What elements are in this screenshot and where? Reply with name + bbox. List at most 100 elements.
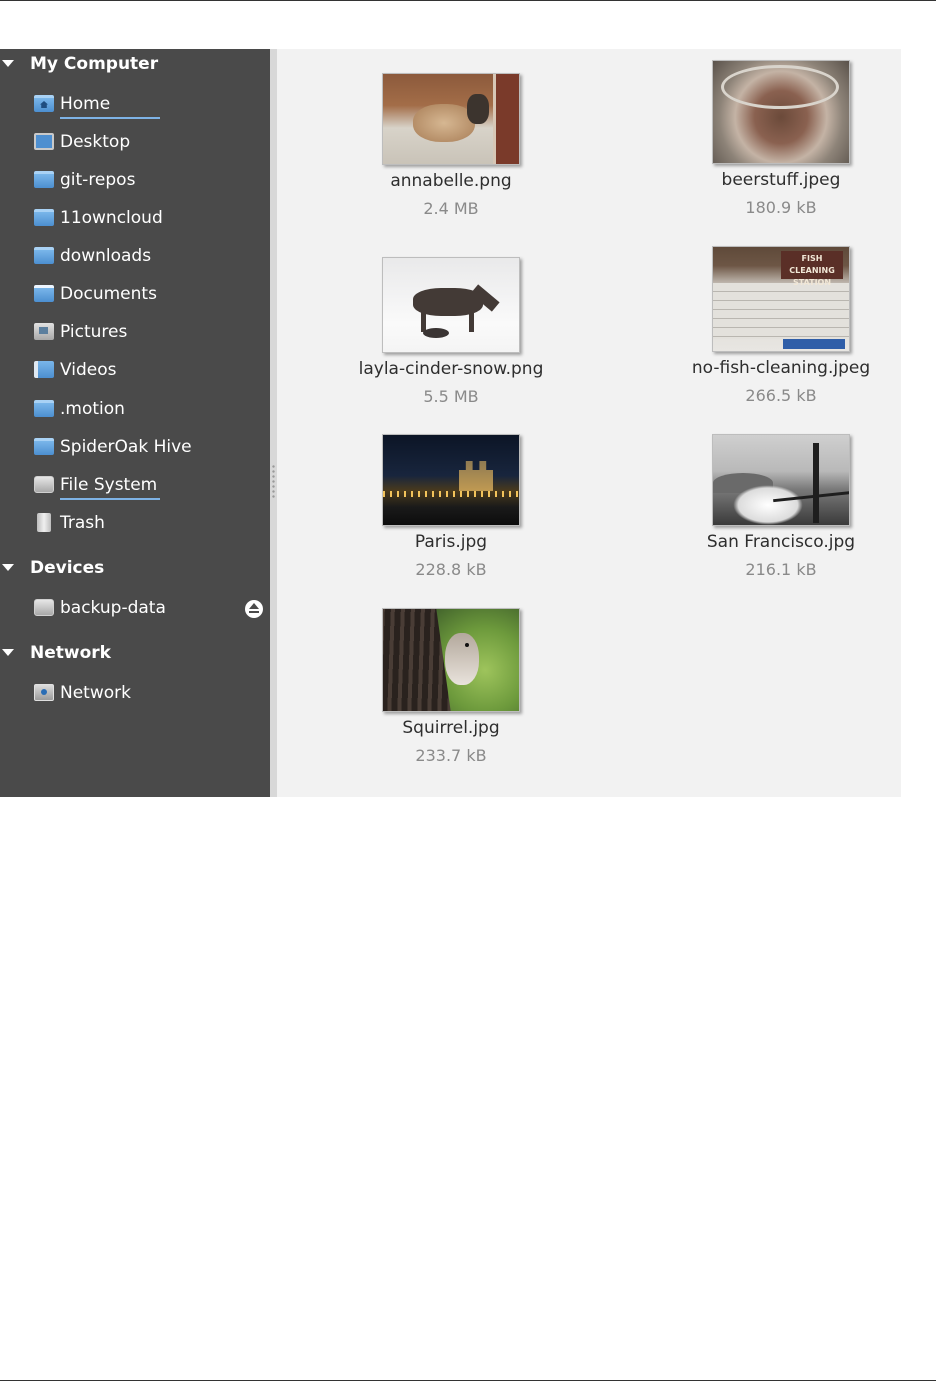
thumbnail-detail — [465, 643, 469, 647]
section-title: My Computer — [30, 54, 159, 74]
thumbnail-detail — [459, 461, 493, 491]
file-size: 5.5 MB — [423, 387, 479, 406]
sidebar-item-backup-data[interactable]: backup-data — [0, 594, 270, 624]
selection-underline — [60, 117, 160, 119]
sidebar-item-label: Pictures — [60, 322, 128, 342]
file-size: 233.7 kB — [415, 746, 487, 765]
file-item-annabelle[interactable]: annabelle.png 2.4 MB — [341, 73, 561, 218]
image-thumbnail[interactable] — [382, 73, 520, 165]
thumbnail-detail — [713, 283, 849, 339]
file-item-layla-cinder-snow[interactable]: layla-cinder-snow.png 5.5 MB — [341, 257, 561, 406]
sidebar-item-label: Trash — [60, 513, 105, 533]
folder-icon — [34, 209, 54, 226]
desktop-icon — [34, 133, 54, 150]
thumbnail-detail — [493, 74, 519, 164]
splitter-grip-icon[interactable] — [272, 464, 275, 500]
file-item-no-fish-cleaning[interactable]: FISH CLEANING STATION no-fish-cleaning.j… — [671, 246, 891, 405]
expand-arrow-icon[interactable] — [2, 564, 14, 571]
file-name[interactable]: beerstuff.jpeg — [671, 170, 891, 190]
sidebar-item-label: Videos — [60, 360, 117, 380]
file-size: 180.9 kB — [745, 198, 817, 217]
file-name[interactable]: Paris.jpg — [341, 532, 561, 552]
sidebar-item-file-system[interactable]: File System — [0, 471, 270, 501]
file-name[interactable]: layla-cinder-snow.png — [341, 359, 561, 379]
folder-icon — [34, 247, 54, 264]
sidebar-item-motion[interactable]: .motion — [0, 395, 270, 425]
home-folder-icon — [34, 95, 54, 112]
file-icon-view: annabelle.png 2.4 MB beerstuff.jpeg 180.… — [277, 49, 901, 797]
sidebar-item-label: SpiderOak Hive — [60, 437, 192, 457]
pane-splitter[interactable] — [270, 49, 277, 797]
section-title: Devices — [30, 558, 105, 578]
sidebar-item-git-repos[interactable]: git-repos — [0, 166, 270, 196]
drive-icon — [34, 599, 54, 616]
sidebar-item-documents[interactable]: Documents — [0, 280, 270, 310]
image-thumbnail[interactable]: FISH CLEANING STATION — [712, 246, 850, 352]
image-thumbnail[interactable] — [712, 434, 850, 526]
sidebar-item-trash[interactable]: Trash — [0, 509, 270, 539]
file-item-beerstuff[interactable]: beerstuff.jpeg 180.9 kB — [671, 60, 891, 217]
section-title: Network — [30, 643, 111, 663]
file-size: 2.4 MB — [423, 199, 479, 218]
drive-icon — [34, 476, 54, 493]
thumbnail-detail — [423, 328, 449, 338]
sidebar-item-label: File System — [60, 475, 158, 495]
thumbnail-detail — [383, 609, 452, 711]
sidebar-item-home[interactable]: Home — [0, 90, 270, 120]
file-item-san-francisco[interactable]: San Francisco.jpg 216.1 kB — [671, 434, 891, 579]
sidebar-item-label: Home — [60, 94, 111, 114]
file-name[interactable]: Squirrel.jpg — [341, 718, 561, 738]
thumbnail-detail — [721, 65, 839, 109]
sidebar-item-label: backup-data — [60, 598, 166, 618]
image-thumbnail[interactable] — [382, 608, 520, 712]
sidebar-item-11owncloud[interactable]: 11owncloud — [0, 204, 270, 234]
section-devices[interactable]: Devices — [0, 554, 270, 582]
section-network[interactable]: Network — [0, 639, 270, 667]
pictures-folder-icon — [34, 323, 54, 340]
file-size: 228.8 kB — [415, 560, 487, 579]
eject-icon[interactable] — [245, 600, 263, 618]
network-icon — [34, 684, 54, 701]
expand-arrow-icon[interactable] — [2, 649, 14, 656]
thumbnail-detail — [445, 633, 479, 685]
thumbnail-detail — [783, 339, 845, 349]
thumbnail-detail — [421, 310, 426, 332]
sidebar-item-pictures[interactable]: Pictures — [0, 318, 270, 348]
folder-icon — [34, 171, 54, 188]
trash-icon — [37, 513, 51, 532]
thumbnail-detail — [733, 485, 803, 525]
file-size: 216.1 kB — [745, 560, 817, 579]
sidebar-item-desktop[interactable]: Desktop — [0, 128, 270, 158]
sidebar-item-network[interactable]: Network — [0, 679, 270, 709]
expand-arrow-icon[interactable] — [2, 60, 14, 67]
image-thumbnail[interactable] — [712, 60, 850, 164]
thumbnail-detail — [383, 491, 519, 497]
file-name[interactable]: annabelle.png — [341, 171, 561, 191]
selection-underline — [60, 498, 160, 500]
file-item-paris[interactable]: Paris.jpg 228.8 kB — [341, 434, 561, 579]
thumbnail-detail — [469, 310, 474, 332]
folder-icon — [34, 438, 54, 455]
page-bottom-rule — [0, 1380, 936, 1381]
thumbnail-detail — [813, 443, 819, 523]
file-name[interactable]: no-fish-cleaning.jpeg — [671, 358, 891, 378]
file-item-squirrel[interactable]: Squirrel.jpg 233.7 kB — [341, 608, 561, 765]
image-thumbnail[interactable] — [382, 257, 520, 353]
sidebar-item-label: .motion — [60, 399, 125, 419]
sidebar-item-downloads[interactable]: downloads — [0, 242, 270, 272]
file-manager-window: My Computer Home Desktop git-repos 11own… — [0, 49, 901, 797]
sidebar-item-label: downloads — [60, 246, 152, 266]
thumbnail-detail — [467, 94, 489, 124]
videos-folder-icon — [34, 361, 54, 378]
sidebar-item-spideroak-hive[interactable]: SpiderOak Hive — [0, 433, 270, 463]
file-name[interactable]: San Francisco.jpg — [671, 532, 891, 552]
sidebar-item-videos[interactable]: Videos — [0, 356, 270, 386]
sidebar-item-label: Documents — [60, 284, 157, 304]
sidebar-item-label: Desktop — [60, 132, 131, 152]
image-thumbnail[interactable] — [382, 434, 520, 526]
fish-cleaning-sign: FISH CLEANING STATION — [781, 251, 843, 287]
section-my-computer[interactable]: My Computer — [0, 50, 270, 78]
sidebar-item-label: Network — [60, 683, 131, 703]
page-top-rule — [0, 0, 936, 1]
file-size: 266.5 kB — [745, 386, 817, 405]
